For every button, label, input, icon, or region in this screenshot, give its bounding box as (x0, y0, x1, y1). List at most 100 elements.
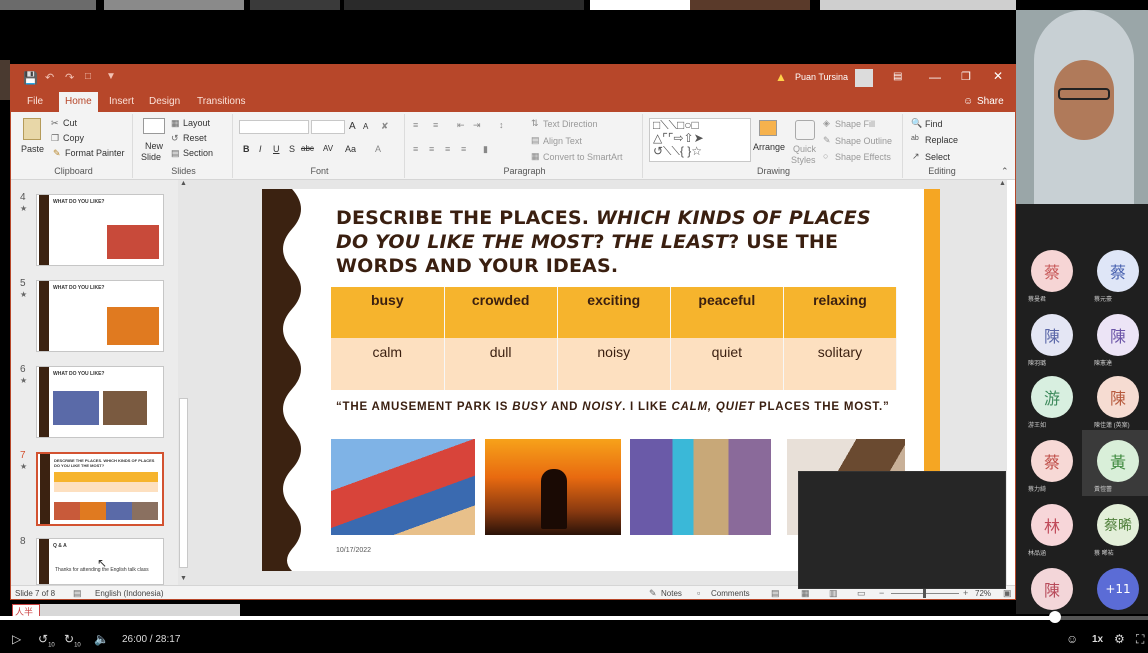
participant-tile[interactable]: 陳 陳佳蓮 (英案) (1082, 366, 1148, 432)
bold-button[interactable]: B (243, 144, 250, 154)
select-button[interactable]: Select (925, 152, 950, 162)
close-icon[interactable]: ✕ (993, 69, 1003, 83)
align-right-icon[interactable]: ≡ (445, 144, 450, 154)
more-participants-button[interactable]: +11 (1082, 558, 1148, 624)
tab-file[interactable]: File (27, 96, 43, 107)
participant-tile[interactable]: 陳 陳羽璐 (1016, 304, 1082, 370)
play-icon[interactable]: ▷ (12, 632, 21, 646)
shadow-button[interactable]: S (289, 144, 295, 154)
paste-button[interactable]: Paste (21, 144, 44, 154)
paste-icon[interactable] (23, 118, 41, 140)
align-left-icon[interactable]: ≡ (413, 144, 418, 154)
spellcheck-icon[interactable]: ▤ (73, 588, 82, 599)
strikethrough-button[interactable]: abc (301, 144, 314, 153)
quick-styles-button[interactable]: Quick (793, 144, 816, 154)
participant-tile[interactable]: 陳 陳憲達 (1082, 304, 1148, 370)
tab-design[interactable]: Design (149, 96, 180, 107)
participant-tile[interactable]: 蔡 蔡元豪 (1082, 240, 1148, 306)
user-avatar[interactable] (855, 69, 873, 87)
bullets-icon[interactable]: ≡ (413, 120, 418, 130)
save-icon[interactable]: 💾 (23, 71, 38, 85)
participant-tile[interactable]: 黃 黃愷蕾 (1082, 430, 1148, 496)
share-icon[interactable]: ☺ (963, 96, 973, 107)
participant-tile[interactable]: 蔡 蔡曼君 (1016, 240, 1082, 306)
font-color-button[interactable]: A (375, 144, 381, 154)
convert-smartart-button[interactable]: Convert to SmartArt (543, 152, 623, 162)
find-button[interactable]: Find (925, 119, 943, 129)
thumbnail-scrollbar[interactable]: ▲ ▼ (178, 180, 189, 585)
present-icon[interactable]: □ (85, 71, 91, 82)
clear-format-icon[interactable]: ✘ (381, 121, 389, 132)
participant-tile[interactable]: 游 游王如 (1016, 366, 1082, 432)
settings-gear-icon[interactable]: ⚙ (1114, 632, 1125, 646)
volume-icon[interactable]: 🔈 (94, 632, 109, 646)
replace-button[interactable]: Replace (925, 135, 958, 145)
scroll-up-icon[interactable]: ▲ (999, 180, 1006, 187)
format-painter-button[interactable]: Format Painter (65, 148, 125, 158)
scroll-thumb[interactable] (179, 398, 188, 568)
participant-tile[interactable]: 林 林品涵 (1016, 494, 1082, 560)
share-button[interactable]: Share (977, 96, 1004, 107)
collapse-ribbon-icon[interactable]: ⌃ (1001, 166, 1009, 177)
rewind-10-icon[interactable]: ↺10 (38, 632, 55, 648)
grow-font-button[interactable]: A (349, 121, 356, 132)
undo-icon[interactable]: ↶ (45, 71, 54, 84)
reading-view-icon[interactable]: ▥ (829, 588, 838, 599)
shape-fill-button[interactable]: Shape Fill (835, 119, 875, 129)
fullscreen-icon[interactable]: ⛶ (1136, 632, 1144, 647)
tab-insert[interactable]: Insert (109, 96, 134, 107)
text-direction-button[interactable]: Text Direction (543, 119, 598, 129)
shape-outline-button[interactable]: Shape Outline (835, 136, 892, 146)
cut-button[interactable]: Cut (63, 118, 77, 128)
align-text-button[interactable]: Align Text (543, 136, 582, 146)
columns-icon[interactable]: ▮ (483, 144, 488, 155)
forward-10-icon[interactable]: ↻10 (64, 632, 81, 648)
zoom-out-button[interactable]: − (879, 588, 884, 598)
underline-button[interactable]: U (273, 144, 280, 154)
participant-tile[interactable]: 蔡 蔡力綺 (1016, 430, 1082, 496)
normal-view-icon[interactable]: ▤ (771, 588, 780, 599)
slide-thumbnail-7[interactable]: DESCRIBE THE PLACES. WHICH KINDS OF PLAC… (36, 452, 164, 526)
reset-button[interactable]: Reset (183, 133, 207, 143)
comments-button[interactable]: Comments (711, 589, 750, 598)
copy-button[interactable]: Copy (63, 133, 84, 143)
quick-access-icon[interactable]: ▼ (106, 71, 116, 82)
minimize-icon[interactable]: — (929, 70, 941, 84)
italic-button[interactable]: I (259, 144, 262, 154)
ribbon-display-icon[interactable]: ▤ (893, 71, 902, 82)
new-slide-button-line2[interactable]: Slide (141, 152, 161, 162)
zoom-slider-knob[interactable] (923, 589, 926, 598)
shrink-font-button[interactable]: A (363, 122, 368, 131)
new-slide-icon[interactable] (143, 118, 165, 134)
decrease-indent-icon[interactable]: ⇤ (457, 120, 465, 131)
fit-slide-icon[interactable]: ▣ (1003, 588, 1012, 599)
new-slide-button[interactable]: New (145, 141, 163, 151)
shapes-gallery[interactable]: □⟍⟍□○□ △⌜⌜⇨⇧➤ ↺⟍⟍{ }☆ (649, 118, 751, 162)
video-progress-knob[interactable] (1049, 611, 1061, 623)
increase-indent-icon[interactable]: ⇥ (473, 120, 481, 131)
section-button[interactable]: Section (183, 148, 213, 158)
playback-speed[interactable]: 1x (1092, 634, 1103, 645)
quick-styles-button-line2[interactable]: Styles (791, 155, 816, 165)
slide-thumbnail-6[interactable]: WHAT DO YOU LIKE? (36, 366, 164, 438)
font-size-select[interactable] (311, 120, 345, 134)
tab-home[interactable]: Home (59, 92, 98, 112)
slide-thumbnail-4[interactable]: WHAT DO YOU LIKE? (36, 194, 164, 266)
line-spacing-icon[interactable]: ↕ (499, 120, 504, 130)
participant-tile[interactable]: 蔡晞 蔡 晞祐 (1082, 494, 1148, 560)
font-family-select[interactable] (239, 120, 309, 134)
sorter-view-icon[interactable]: ▦ (801, 588, 810, 599)
zoom-level[interactable]: 72% (975, 589, 991, 598)
align-center-icon[interactable]: ≡ (429, 144, 434, 154)
char-spacing-button[interactable]: AV (323, 144, 333, 153)
scroll-up-icon[interactable]: ▲ (180, 180, 187, 187)
tab-transitions[interactable]: Transitions (197, 96, 246, 107)
user-name[interactable]: Puan Tursina (795, 72, 848, 82)
shape-effects-button[interactable]: Shape Effects (835, 152, 891, 162)
participants-icon[interactable]: ☺ (1066, 632, 1078, 646)
maximize-icon[interactable]: ❐ (961, 70, 971, 83)
justify-icon[interactable]: ≡ (461, 144, 466, 154)
numbering-icon[interactable]: ≡ (433, 120, 438, 130)
scroll-down-icon[interactable]: ▼ (180, 575, 187, 582)
language-status[interactable]: English (Indonesia) (95, 589, 163, 598)
